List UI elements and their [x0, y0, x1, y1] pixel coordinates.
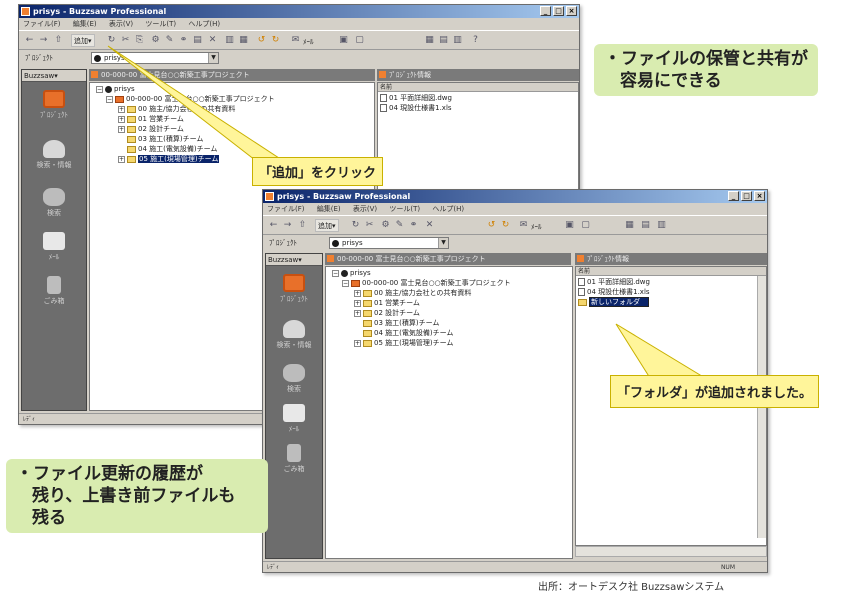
note-line: ・ファイルの保管と共有が	[604, 49, 808, 69]
callout-folder-added: 「フォルダ」が追加されました。	[610, 375, 820, 408]
note-update-history: ・ファイル更新の履歴が 残り、上書き前ファイルも 残る	[6, 459, 268, 533]
callout-click-add: 「追加」をクリック	[252, 157, 384, 186]
note-line: ・ファイル更新の履歴が	[16, 464, 203, 484]
source-caption: 出所：オートデスク社 Buzzsawシステム	[538, 582, 725, 593]
note-line: 残る	[32, 508, 66, 528]
note-line: 容易にできる	[620, 71, 722, 91]
note-line: 残り、上書き前ファイルも	[32, 486, 236, 506]
note-storage-sharing: ・ファイルの保管と共有が 容易にできる	[594, 44, 818, 96]
